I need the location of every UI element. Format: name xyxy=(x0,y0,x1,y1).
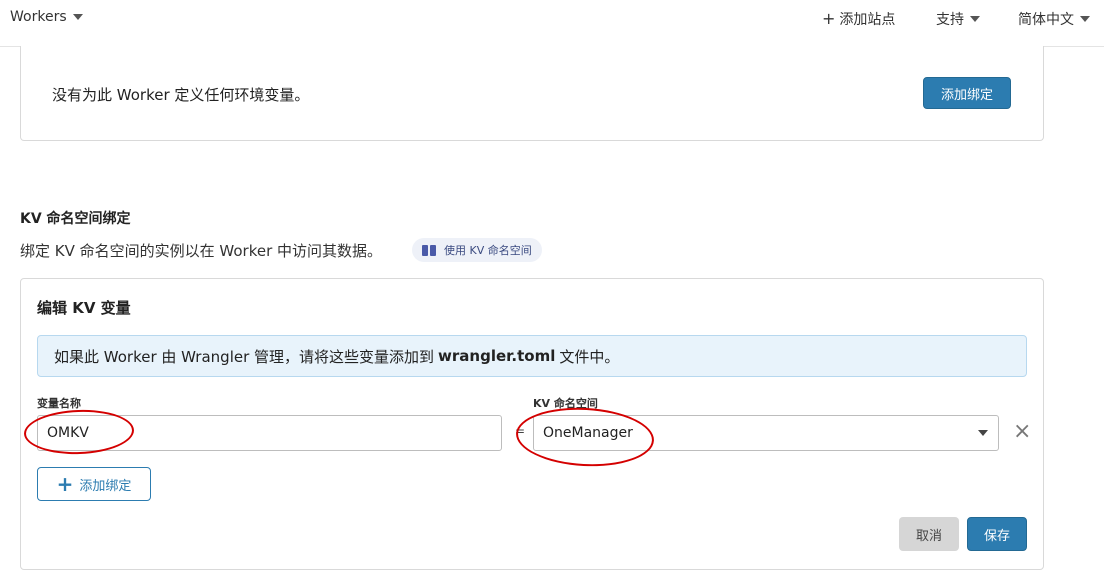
support-menu[interactable]: 支持 xyxy=(936,9,980,29)
info-file: wrangler.toml xyxy=(438,347,556,365)
info-prefix: 如果此 Worker 由 Wrangler 管理，请将这些变量添加到 xyxy=(54,347,435,366)
chevron-down-icon xyxy=(72,14,83,20)
add-env-binding-button[interactable]: 添加绑定 xyxy=(923,77,1011,109)
kv-section-description: 绑定 KV 命名空间的实例以在 Worker 中访问其数据。 xyxy=(20,242,383,260)
add-site-label: 添加站点 xyxy=(839,12,896,28)
variable-name-value: OMKV xyxy=(47,425,89,441)
workers-menu[interactable]: Workers xyxy=(10,9,83,25)
chevron-down-icon xyxy=(1080,16,1090,22)
cancel-button[interactable]: 取消 xyxy=(899,517,959,551)
support-label: 支持 xyxy=(936,12,964,28)
wrangler-info-box: 如果此 Worker 由 Wrangler 管理，请将这些变量添加到 wrang… xyxy=(37,335,1027,377)
plus-icon: + xyxy=(56,472,74,496)
namespace-value: OneManager xyxy=(543,425,633,441)
add-kv-binding-label: 添加绑定 xyxy=(79,478,132,494)
save-button[interactable]: 保存 xyxy=(967,517,1027,551)
env-vars-empty-message: 没有为此 Worker 定义任何环境变量。 xyxy=(52,86,310,104)
variable-name-input[interactable]: OMKV xyxy=(37,415,502,451)
kv-editor-title: 编辑 KV 变量 xyxy=(37,299,131,317)
namespace-select[interactable]: OneManager xyxy=(533,415,999,451)
variable-name-label: 变量名称 xyxy=(37,397,81,410)
chevron-down-icon xyxy=(978,430,988,436)
top-bar: Workers + 添加站点 支持 简体中文 xyxy=(0,0,1104,47)
language-menu[interactable]: 简体中文 xyxy=(1018,9,1090,29)
remove-binding-icon[interactable]: × xyxy=(1013,421,1031,443)
chevron-down-icon xyxy=(970,16,980,22)
add-kv-binding-button[interactable]: + 添加绑定 xyxy=(37,467,151,501)
namespace-label: KV 命名空间 xyxy=(533,397,598,410)
book-icon xyxy=(422,244,436,256)
env-vars-card: 没有为此 Worker 定义任何环境变量。 添加绑定 xyxy=(20,46,1044,141)
kv-editor-card: 编辑 KV 变量 如果此 Worker 由 Wrangler 管理，请将这些变量… xyxy=(20,278,1044,570)
workers-label: Workers xyxy=(10,9,67,25)
equals-sign: = xyxy=(515,424,526,438)
plus-icon: + xyxy=(822,9,836,28)
add-site-button[interactable]: + 添加站点 xyxy=(822,9,895,29)
kv-section-title: KV 命名空间绑定 xyxy=(20,211,131,227)
info-suffix: 文件中。 xyxy=(559,347,620,366)
kv-docs-link-label: 使用 KV 命名空间 xyxy=(444,244,532,257)
kv-docs-link[interactable]: 使用 KV 命名空间 xyxy=(412,238,542,262)
language-label: 简体中文 xyxy=(1018,12,1074,28)
